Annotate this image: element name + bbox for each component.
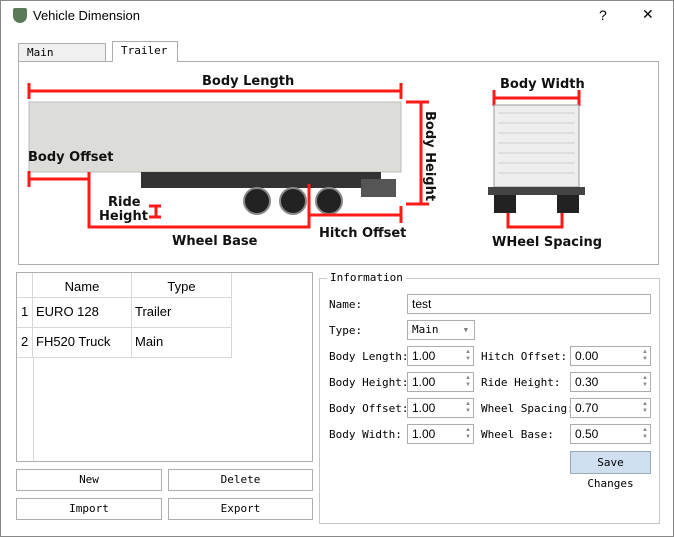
row-header-divider [33, 358, 34, 461]
row-number: 2 [17, 328, 33, 358]
wheel-base-value: 0.50 [575, 427, 599, 441]
spin-arrows-icon[interactable]: ▲ ▼ [465, 427, 471, 441]
table-cell-type[interactable]: Main [132, 328, 232, 358]
table-cell-name[interactable]: EURO 128 [33, 298, 132, 328]
name-input[interactable]: test [407, 294, 651, 314]
spin-arrows-icon[interactable]: ▲ ▼ [465, 375, 471, 389]
type-select[interactable]: Main ▼ [407, 320, 475, 340]
column-header-type[interactable]: Type [132, 273, 232, 298]
spin-arrows-icon[interactable]: ▲ ▼ [642, 375, 648, 389]
spin-arrows-icon[interactable]: ▲ ▼ [642, 401, 648, 415]
help-button[interactable]: ? [599, 7, 607, 23]
information-group-title: Information [327, 271, 406, 284]
column-header-name[interactable]: Name [33, 273, 132, 298]
import-button[interactable]: Import [16, 498, 162, 520]
body-width-value: 1.00 [412, 427, 436, 441]
spin-arrows-icon[interactable]: ▲ ▼ [465, 401, 471, 415]
type-label: Type: [329, 324, 363, 337]
vehicle-table: Name Type 1 EURO 128 Trailer 2 FH520 Tru… [16, 272, 313, 462]
tab-trailer[interactable]: Trailer [112, 41, 178, 62]
name-label: Name: [329, 298, 363, 311]
new-button[interactable]: New [16, 469, 162, 491]
spin-arrows-icon[interactable]: ▲ ▼ [465, 349, 471, 363]
window-title: Vehicle Dimension [33, 8, 140, 23]
row-number: 1 [17, 298, 33, 328]
body-width-spinbox[interactable]: 1.00 ▲ ▼ [407, 424, 474, 444]
type-select-value: Main [412, 323, 439, 336]
body-offset-label: Body Offset: [329, 402, 409, 415]
wheel-spacing-value: 0.70 [575, 401, 599, 415]
body-height-label: Body Height: [329, 376, 409, 389]
app-icon [13, 8, 27, 23]
body-height-spinbox[interactable]: 1.00 ▲ ▼ [407, 372, 474, 392]
hitch-offset-spinbox[interactable]: 0.00 ▲ ▼ [570, 346, 651, 366]
spin-arrows-icon[interactable]: ▲ ▼ [642, 349, 648, 363]
table-cell-name[interactable]: FH520 Truck [33, 328, 132, 358]
hitch-offset-value: 0.00 [575, 349, 599, 363]
chevron-down-icon: ▼ [463, 326, 468, 334]
body-width-label: Body Width: [329, 428, 402, 441]
body-length-value: 1.00 [412, 349, 436, 363]
corner-header [17, 273, 33, 298]
hitch-offset-label: Hitch Offset: [481, 350, 568, 363]
table-cell-type[interactable]: Trailer [132, 298, 232, 328]
spin-arrows-icon[interactable]: ▲ ▼ [642, 427, 648, 441]
body-length-spinbox[interactable]: 1.00 ▲ ▼ [407, 346, 474, 366]
ride-height-label: Ride Height: [481, 376, 561, 389]
body-offset-value: 1.00 [412, 401, 436, 415]
ride-height-value: 0.30 [575, 375, 599, 389]
wheel-base-spinbox[interactable]: 0.50 ▲ ▼ [570, 424, 651, 444]
wheel-spacing-label: Wheel Spacing: [481, 402, 574, 415]
dimension-diagram-pane [18, 61, 659, 265]
ride-height-spinbox[interactable]: 0.30 ▲ ▼ [570, 372, 651, 392]
save-changes-button[interactable]: Save Changes [570, 451, 651, 490]
body-height-value: 1.00 [412, 375, 436, 389]
body-length-label: Body Length: [329, 350, 409, 363]
body-offset-spinbox[interactable]: 1.00 ▲ ▼ [407, 398, 474, 418]
export-button[interactable]: Export [168, 498, 313, 520]
delete-button[interactable]: Delete [168, 469, 313, 491]
wheel-base-label: Wheel Base: [481, 428, 554, 441]
wheel-spacing-spinbox[interactable]: 0.70 ▲ ▼ [570, 398, 651, 418]
tab-main-vehicle[interactable]: Main Vehicle [18, 43, 106, 72]
vehicle-dimension-dialog: Vehicle Dimension ? ✕ Main Vehicle Trail… [0, 0, 674, 537]
close-button[interactable]: ✕ [642, 6, 654, 23]
